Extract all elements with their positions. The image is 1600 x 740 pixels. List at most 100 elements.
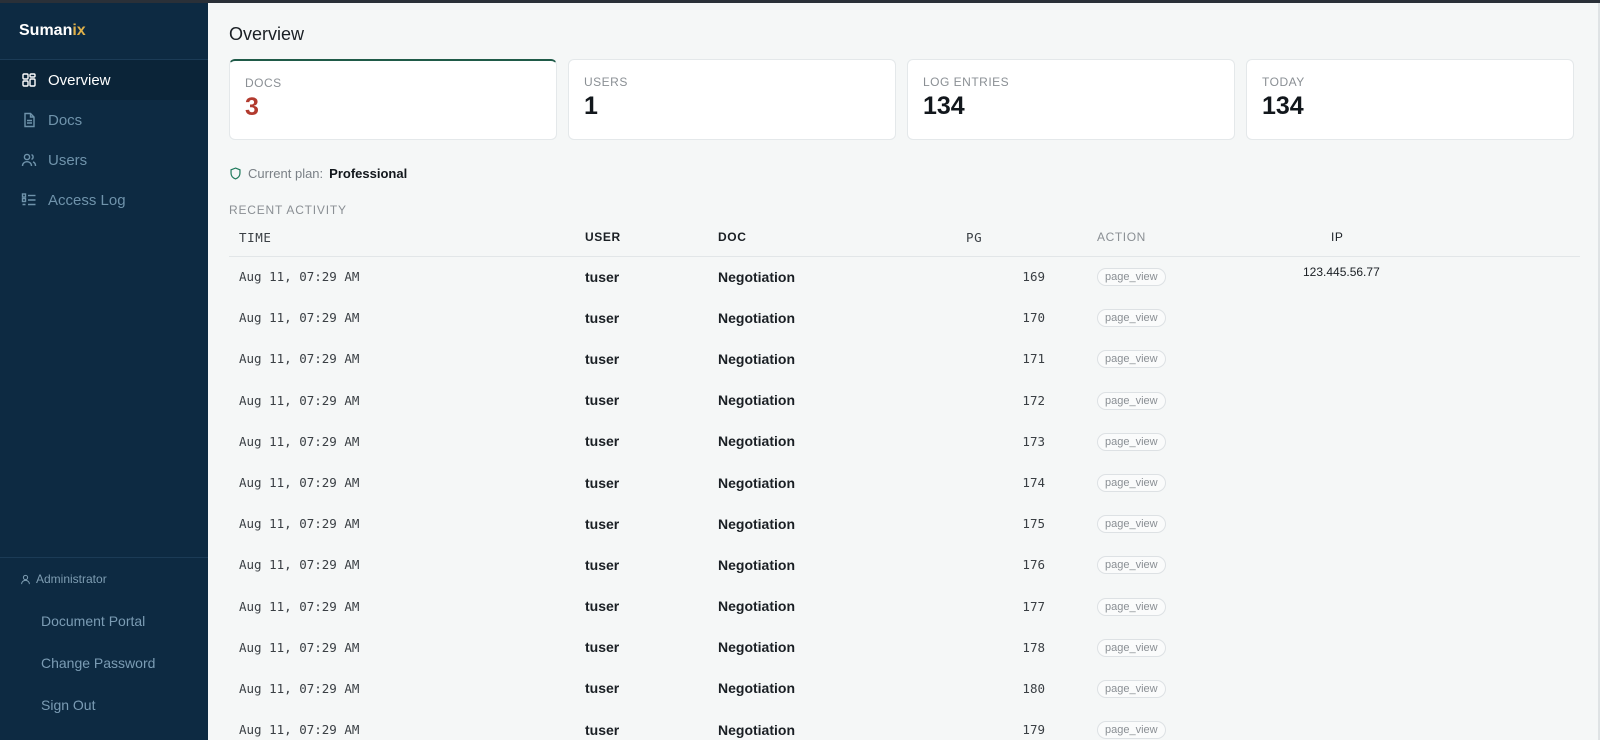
shield-icon <box>229 167 242 180</box>
table-row[interactable]: Aug 11, 07:29 AM tuser Negotiation 169 page_… <box>229 256 1580 297</box>
sidebar-item-users[interactable]: Users <box>0 140 208 180</box>
stat-card-log-entries[interactable]: LOG ENTRIES 134 <box>907 59 1235 140</box>
users-icon <box>21 152 37 168</box>
stat-card-docs[interactable]: DOCS 3 <box>229 59 557 140</box>
stat-value: 134 <box>923 92 965 120</box>
cell-time: Aug 11, 07:29 AM <box>239 433 360 449</box>
cell-user: tuser <box>585 680 620 697</box>
sidebar-item-access-log[interactable]: Access Log <box>0 180 208 220</box>
table-row[interactable]: Aug 11, 07:29 AM tuser Negotiation 175 page_… <box>229 503 1580 544</box>
current-plan: Current plan: Professional <box>229 166 1578 181</box>
action-badge: page_view <box>1097 309 1166 328</box>
sidebar-nav: Overview Docs Users Access Log <box>0 60 208 220</box>
cell-time: Aug 11, 07:29 AM <box>239 475 360 491</box>
cell-ip: 123.445.56.77 <box>1303 264 1380 279</box>
stat-card-users[interactable]: USERS 1 <box>568 59 896 140</box>
table-row[interactable]: Aug 11, 07:29 AM tuser Negotiation 174 page_… <box>229 462 1580 503</box>
page-title: Overview <box>229 24 305 44</box>
table-row[interactable]: Aug 11, 07:29 AM tuser Negotiation 171 page_… <box>229 338 1580 379</box>
table-row[interactable]: Aug 11, 07:29 AM tuser Negotiation 177 page_… <box>229 586 1580 627</box>
column-header-pg: PG <box>938 230 1045 257</box>
action-badge: page_view <box>1097 268 1166 287</box>
cell-time: Aug 11, 07:29 AM <box>239 722 360 738</box>
cell-doc: Negotiation <box>718 309 795 326</box>
cell-page: 179 <box>1022 722 1045 738</box>
table-row[interactable]: Aug 11, 07:29 AM tuser Negotiation 176 page_… <box>229 544 1580 585</box>
document-portal-link[interactable]: Document Portal <box>0 600 208 642</box>
sign-out-link[interactable]: Sign Out <box>0 684 208 726</box>
document-icon <box>21 112 37 128</box>
sidebar: Sumanix Overview Docs Users Access Log A… <box>0 0 208 740</box>
table-row[interactable]: Aug 11, 07:29 AM tuser Negotiation 178 page_… <box>229 627 1580 668</box>
stat-card-today[interactable]: TODAY 134 <box>1246 59 1574 140</box>
sidebar-item-docs[interactable]: Docs <box>0 100 208 140</box>
cell-user: tuser <box>585 309 620 326</box>
cell-action: page_view <box>1045 297 1275 338</box>
cell-time: Aug 11, 07:29 AM <box>239 516 360 532</box>
cell-time: Aug 11, 07:29 AM <box>239 310 360 326</box>
cell-action: page_view <box>1045 627 1275 668</box>
activity-table-body: Aug 11, 07:29 AM tuser Negotiation 169 page_… <box>229 256 1580 740</box>
cell-page: 180 <box>1022 680 1045 696</box>
cell-ip <box>1275 421 1580 462</box>
sidebar-item-label: Users <box>48 151 88 169</box>
cell-action: page_view <box>1045 338 1275 379</box>
cell-user: tuser <box>585 392 620 409</box>
cell-time: Aug 11, 07:29 AM <box>239 392 360 408</box>
table-row[interactable]: Aug 11, 07:29 AM tuser Negotiation 179 page_… <box>229 709 1580 740</box>
table-row[interactable]: Aug 11, 07:29 AM tuser Negotiation 172 page_… <box>229 380 1580 421</box>
dashboard-icon <box>21 72 37 88</box>
user-role: Administrator <box>0 572 208 586</box>
cell-page: 176 <box>1022 557 1045 573</box>
cell-action: page_view <box>1045 503 1275 544</box>
cell-doc: Negotiation <box>718 680 795 697</box>
user-role-label: Administrator <box>36 572 107 586</box>
cell-doc: Negotiation <box>718 392 795 409</box>
action-badge: page_view <box>1097 597 1166 616</box>
cell-page: 175 <box>1022 516 1045 532</box>
table-row[interactable]: Aug 11, 07:29 AM tuser Negotiation 180 page_… <box>229 668 1580 709</box>
cell-time: Aug 11, 07:29 AM <box>239 269 360 285</box>
column-header-doc: DOC <box>708 230 938 257</box>
cell-page: 172 <box>1022 392 1045 408</box>
cell-page: 177 <box>1022 598 1045 614</box>
column-header-action: ACTION <box>1045 230 1275 257</box>
activity-table: TIME USER DOC PG ACTION IP Aug 11, 07:29… <box>229 230 1580 740</box>
cell-doc: Negotiation <box>718 433 795 450</box>
action-badge: page_view <box>1097 679 1166 698</box>
cell-user: tuser <box>585 515 620 532</box>
brand-logo[interactable]: Sumanix <box>0 0 208 60</box>
cell-action: page_view <box>1045 709 1275 740</box>
action-badge: page_view <box>1097 515 1166 534</box>
cell-doc: Negotiation <box>718 556 795 573</box>
cell-action: page_view <box>1045 544 1275 585</box>
sidebar-item-label: Overview <box>48 71 111 89</box>
cell-action: page_view <box>1045 380 1275 421</box>
cell-page: 178 <box>1022 639 1045 655</box>
sidebar-footer: Administrator Document Portal Change Pas… <box>0 557 208 740</box>
cell-action: page_view <box>1045 256 1275 297</box>
sidebar-item-label: Access Log <box>48 191 126 209</box>
cell-page: 171 <box>1022 351 1045 367</box>
cell-doc: Negotiation <box>718 350 795 367</box>
action-badge: page_view <box>1097 432 1166 451</box>
column-header-user: USER <box>575 230 708 257</box>
column-header-ip: IP <box>1275 230 1580 257</box>
sidebar-item-overview[interactable]: Overview <box>0 60 208 100</box>
cell-ip <box>1275 586 1580 627</box>
cell-ip <box>1275 503 1580 544</box>
action-badge: page_view <box>1097 638 1166 657</box>
brand-name-main: Suman <box>19 22 73 39</box>
table-row[interactable]: Aug 11, 07:29 AM tuser Negotiation 170 page_… <box>229 297 1580 338</box>
cell-user: tuser <box>585 433 620 450</box>
table-row[interactable]: Aug 11, 07:29 AM tuser Negotiation 173 page_… <box>229 421 1580 462</box>
list-icon <box>21 192 37 208</box>
cell-ip <box>1275 668 1580 709</box>
cell-page: 174 <box>1022 475 1045 491</box>
action-badge: page_view <box>1097 556 1166 575</box>
cell-user: tuser <box>585 350 620 367</box>
action-badge: page_view <box>1097 474 1166 493</box>
cell-time: Aug 11, 07:29 AM <box>239 639 360 655</box>
cell-time: Aug 11, 07:29 AM <box>239 598 360 614</box>
change-password-link[interactable]: Change Password <box>0 642 208 684</box>
